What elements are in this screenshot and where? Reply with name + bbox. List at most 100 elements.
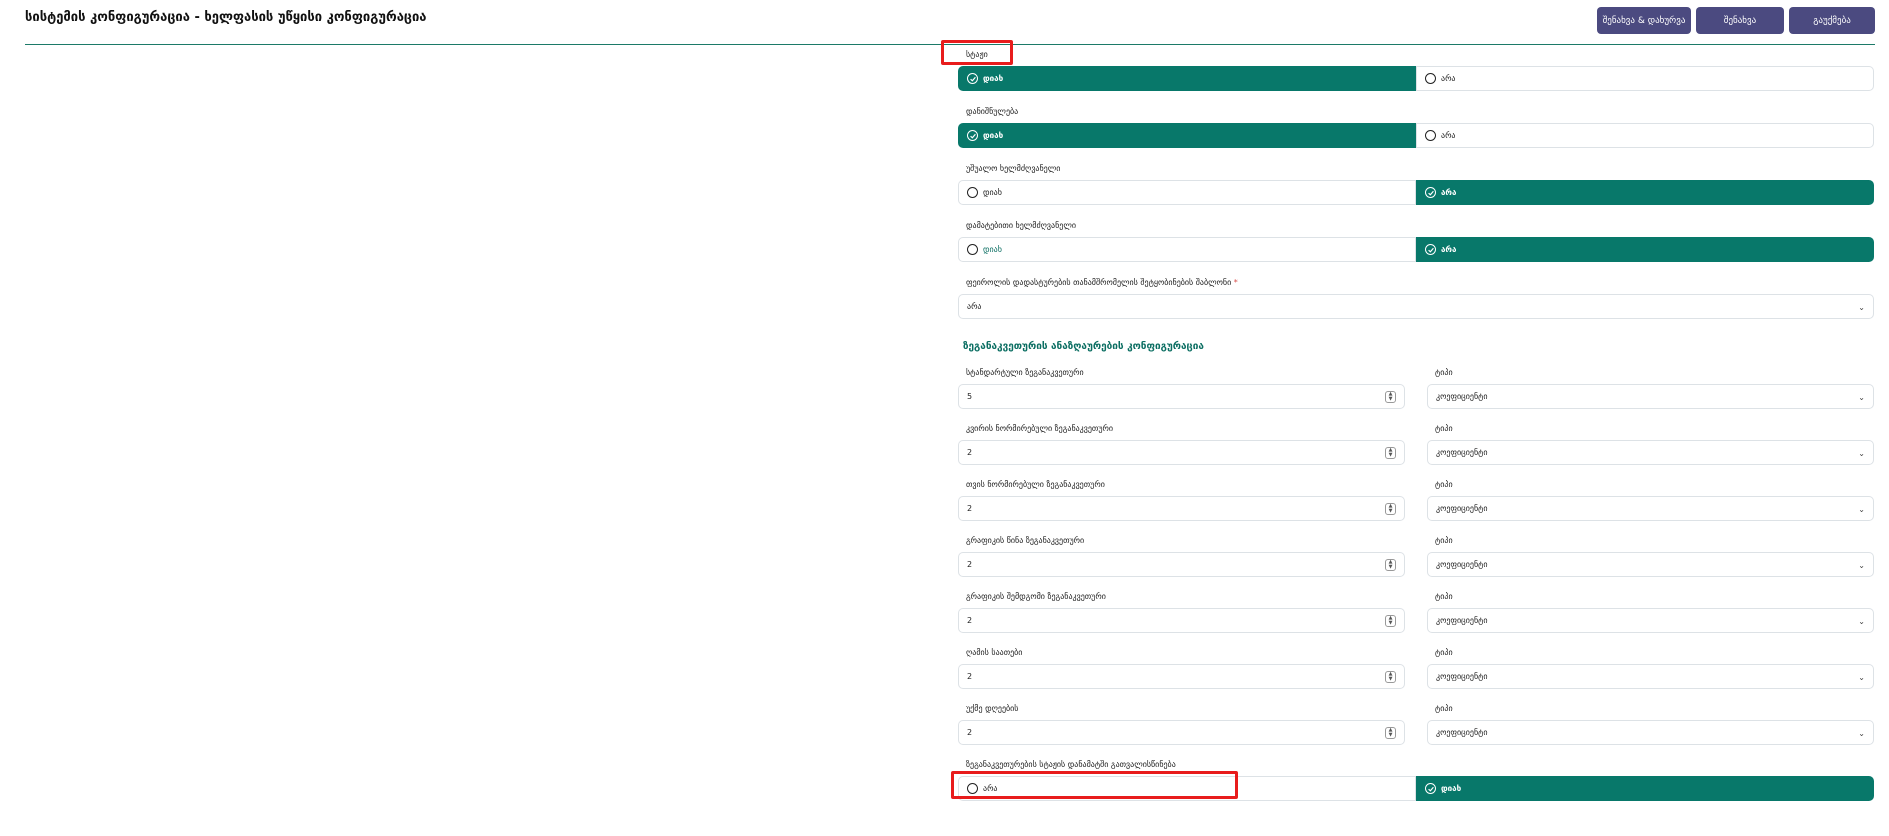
coefficient-input[interactable]: 2 ▲ ▼ (958, 720, 1405, 745)
stepper-icon[interactable]: ▲ ▼ (1385, 559, 1396, 571)
chevron-down-icon: ⌄ (1858, 617, 1865, 626)
type-value: კოეფიციენტი (1436, 392, 1488, 401)
type-select[interactable]: კოეფიციენტი ⌄ (1427, 720, 1874, 745)
direct-manager-option-yes[interactable]: დიახ (958, 180, 1416, 205)
overtime-seniority-label: ზეგანაკვეთურების სტაჟის დანამატში გათვალ… (966, 760, 1176, 769)
type-select[interactable]: კოეფიციენტი ⌄ (1427, 664, 1874, 689)
template-select-label-text: ფეიროლის დადასტურების თანამშრომელის შეტყ… (966, 278, 1232, 287)
additional-manager-label: დამატებითი ხელმძღვანელი (966, 221, 1076, 230)
assignment-group: დანიშნულება დიახ არა (958, 107, 1874, 148)
overtime-seniority-option-no[interactable]: არა (958, 776, 1416, 801)
check-circle-icon (967, 130, 978, 141)
coefficient-input[interactable]: 2 ▲ ▼ (958, 440, 1405, 465)
save-and-close-button[interactable]: შენახვა & დახურვა (1597, 7, 1691, 34)
type-col: ტიპი კოეფიციენტი ⌄ (1427, 536, 1874, 577)
seniority-option-yes[interactable]: დიახ (958, 66, 1416, 91)
coefficient-label: გრაფიკის შემდგომი ზეგანაკვეთური (966, 592, 1106, 601)
check-circle-icon (1425, 187, 1436, 198)
seniority-label: სტაჟი (966, 50, 988, 59)
assignment-radio: დიახ არა (958, 123, 1874, 148)
stepper-icon[interactable]: ▲ ▼ (1385, 503, 1396, 515)
type-label: ტიპი (1435, 592, 1453, 601)
radio-circle-icon (967, 187, 978, 198)
option-label: დიახ (983, 74, 1004, 83)
type-col: ტიპი კოეფიციენტი ⌄ (1427, 592, 1874, 633)
coefficient-label: სტანდარტული ზეგანაკვეთური (966, 368, 1084, 377)
coefficient-label: გრაფიკის წინა ზეგანაკვეთური (966, 536, 1085, 545)
template-select[interactable]: არა ⌄ (958, 294, 1874, 319)
coefficient-input[interactable]: 2 ▲ ▼ (958, 552, 1405, 577)
coefficient-input[interactable]: 2 ▲ ▼ (958, 664, 1405, 689)
chevron-down-icon: ⌄ (1858, 393, 1865, 402)
chevron-down-icon: ⌄ (1858, 673, 1865, 682)
type-label: ტიპი (1435, 536, 1453, 545)
stepper-icon[interactable]: ▲ ▼ (1385, 727, 1396, 739)
stepper-icon[interactable]: ▲ ▼ (1385, 615, 1396, 627)
check-circle-icon (967, 73, 978, 84)
chevron-down-icon: ⌄ (1858, 303, 1865, 312)
coefficient-value: 2 (967, 448, 973, 457)
option-label: არა (1441, 131, 1456, 140)
option-label: დიახ (983, 245, 1002, 254)
type-col: ტიპი კოეფიციენტი ⌄ (1427, 424, 1874, 465)
overtime-seniority-radio: არა დიახ (958, 776, 1874, 801)
type-select[interactable]: კოეფიციენტი ⌄ (1427, 440, 1874, 465)
additional-manager-option-no[interactable]: არა (1416, 237, 1874, 262)
option-label: არა (1441, 74, 1456, 83)
type-value: კოეფიციენტი (1436, 728, 1488, 737)
overtime-row: გრაფიკის წინა ზეგანაკვეთური 2 ▲ ▼ ტიპი კოეფიც… (958, 536, 1874, 577)
type-select[interactable]: კოეფიციენტი ⌄ (1427, 608, 1874, 633)
overtime-row: კვირის ნორმირებული ზეგანაკვეთური 2 ▲ ▼ ტიპი კ… (958, 424, 1874, 465)
option-label: არა (1441, 245, 1457, 254)
direct-manager-radio: დიახ არა (958, 180, 1874, 205)
type-col: ტიპი კოეფიციენტი ⌄ (1427, 648, 1874, 689)
radio-circle-icon (967, 244, 978, 255)
overtime-row: ღამის საათები 2 ▲ ▼ ტიპი კოეფიციენტი ⌄ (958, 648, 1874, 689)
stepper-icon[interactable]: ▲ ▼ (1385, 671, 1396, 683)
type-value: კოეფიციენტი (1436, 448, 1488, 457)
type-select[interactable]: კოეფიციენტი ⌄ (1427, 552, 1874, 577)
header-actions: შენახვა & დახურვა შენახვა გაუქმება (1597, 7, 1875, 34)
seniority-group: სტაჟი დიახ არა (958, 50, 1874, 91)
type-col: ტიპი კოეფიციენტი ⌄ (1427, 480, 1874, 521)
additional-manager-option-yes[interactable]: დიახ (958, 237, 1416, 262)
type-select[interactable]: კოეფიციენტი ⌄ (1427, 384, 1874, 409)
type-label: ტიპი (1435, 424, 1453, 433)
radio-circle-icon (1425, 73, 1436, 84)
type-label: ტიპი (1435, 648, 1453, 657)
coefficient-input[interactable]: 2 ▲ ▼ (958, 608, 1405, 633)
coefficient-col: უქმე დღეების 2 ▲ ▼ (958, 704, 1405, 745)
overtime-row: გრაფიკის შემდგომი ზეგანაკვეთური 2 ▲ ▼ ტიპი კო… (958, 592, 1874, 633)
stepper-icon[interactable]: ▲ ▼ (1385, 447, 1396, 459)
coefficient-value: 2 (967, 616, 973, 625)
chevron-down-icon: ⌄ (1858, 561, 1865, 570)
additional-manager-group: დამატებითი ხელმძღვანელი დიახ არა (958, 221, 1874, 262)
seniority-option-no[interactable]: არა (1416, 66, 1874, 91)
additional-manager-radio: დიახ არა (958, 237, 1874, 262)
stepper-icon[interactable]: ▲ ▼ (1385, 391, 1396, 403)
type-value: კოეფიციენტი (1436, 672, 1488, 681)
coefficient-label: კვირის ნორმირებული ზეგანაკვეთური (966, 424, 1114, 433)
direct-manager-group: უშუალო ხელმძღვანელი დიახ არა (958, 164, 1874, 205)
coefficient-col: ღამის საათები 2 ▲ ▼ (958, 648, 1405, 689)
coefficient-col: სტანდარტული ზეგანაკვეთური 5 ▲ ▼ (958, 368, 1405, 409)
overtime-row: თვის ნორმირებული ზეგანაკვეთური 2 ▲ ▼ ტიპი კოე… (958, 480, 1874, 521)
assignment-option-yes[interactable]: დიახ (958, 123, 1416, 148)
coefficient-value: 2 (967, 560, 973, 569)
option-label: არა (1441, 188, 1457, 197)
coefficient-input[interactable]: 5 ▲ ▼ (958, 384, 1405, 409)
overtime-seniority-option-yes[interactable]: დიახ (1416, 776, 1874, 801)
radio-circle-icon (1425, 130, 1436, 141)
chevron-down-icon: ⌄ (1858, 729, 1865, 738)
save-button[interactable]: შენახვა (1696, 7, 1784, 34)
type-select[interactable]: კოეფიციენტი ⌄ (1427, 496, 1874, 521)
seniority-radio: დიახ არა (958, 66, 1874, 91)
assignment-option-no[interactable]: არა (1416, 123, 1874, 148)
coefficient-col: გრაფიკის წინა ზეგანაკვეთური 2 ▲ ▼ (958, 536, 1405, 577)
check-circle-icon (1425, 244, 1436, 255)
option-label: დიახ (983, 188, 1002, 197)
coefficient-input[interactable]: 2 ▲ ▼ (958, 496, 1405, 521)
overtime-seniority-group: ზეგანაკვეთურების სტაჟის დანამატში გათვალ… (958, 760, 1874, 801)
direct-manager-option-no[interactable]: არა (1416, 180, 1874, 205)
cancel-button[interactable]: გაუქმება (1789, 7, 1875, 34)
